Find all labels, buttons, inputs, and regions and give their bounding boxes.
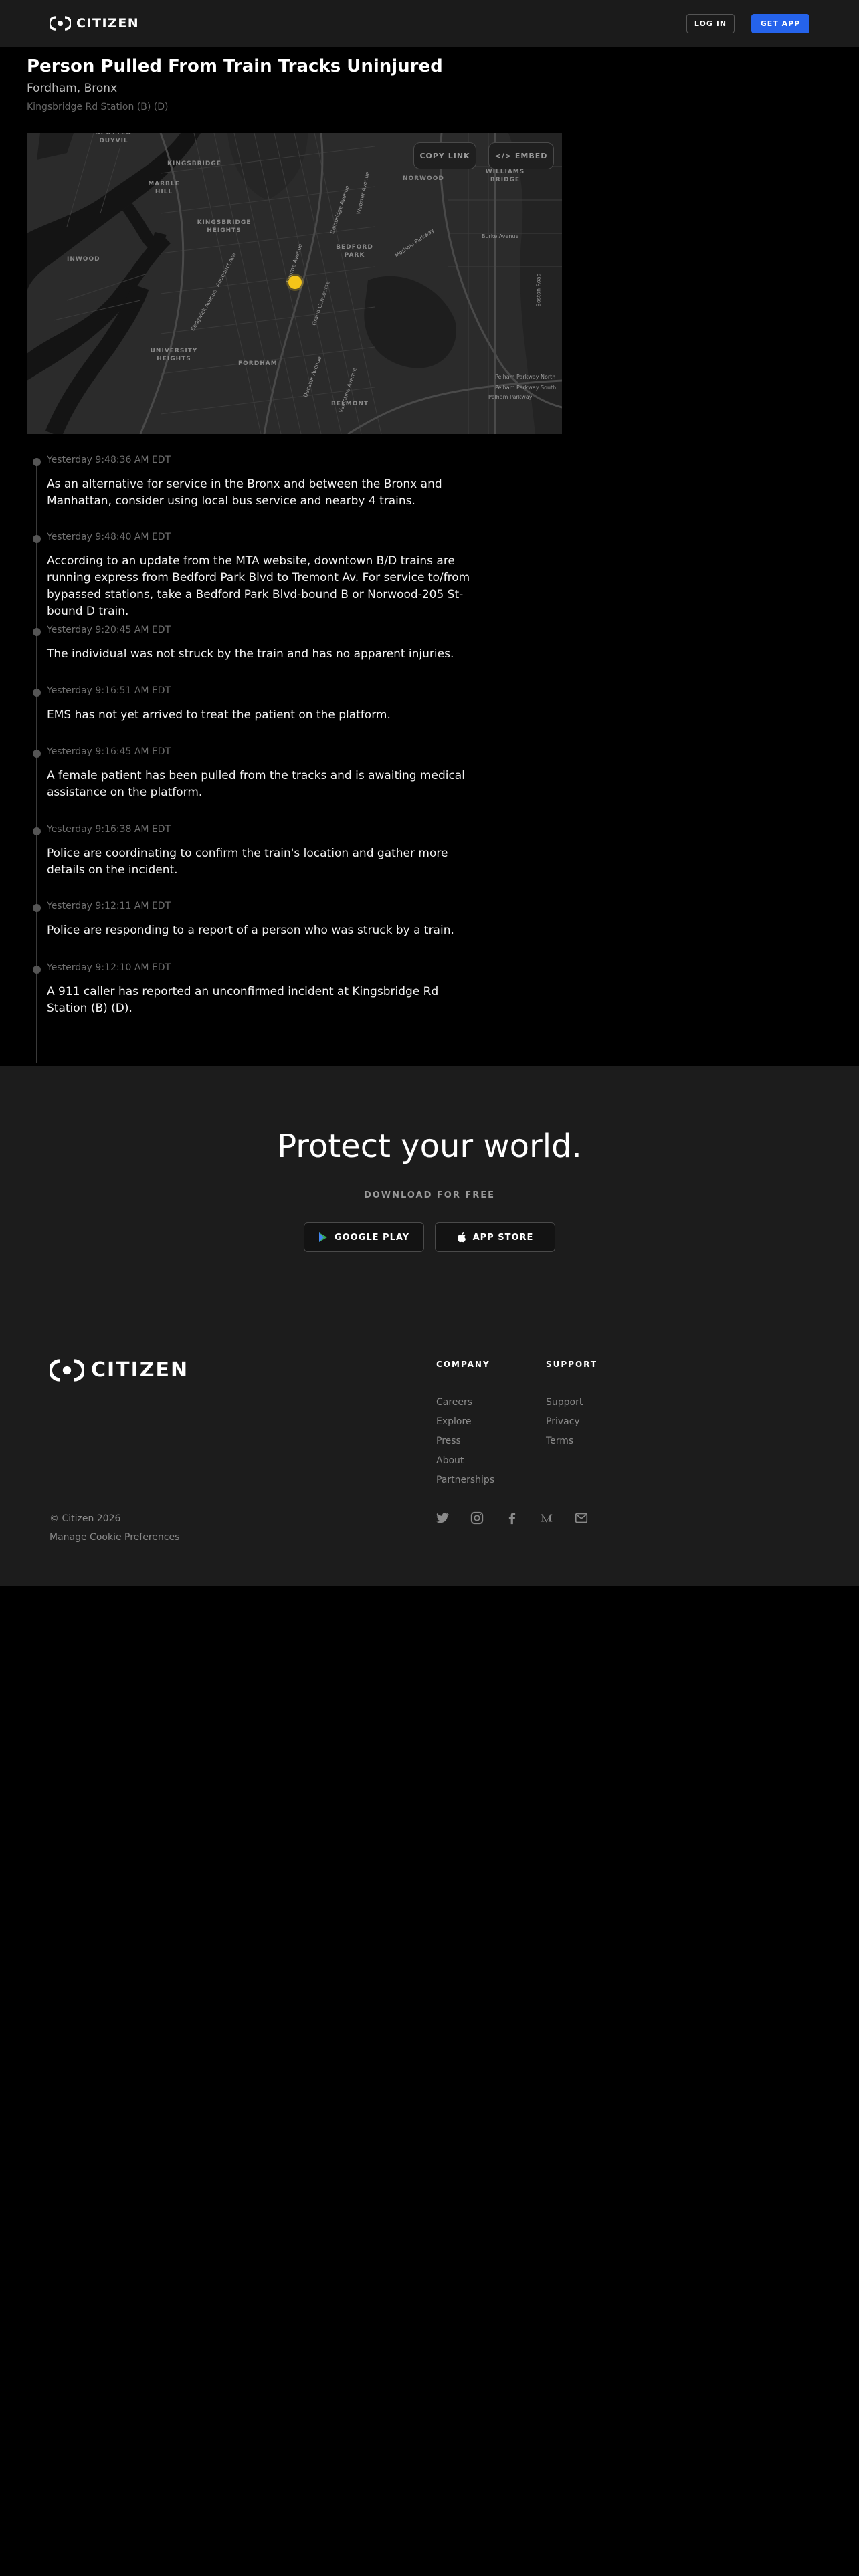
timeline-dot — [33, 535, 41, 543]
login-button[interactable]: LOG IN — [686, 14, 735, 33]
footer-link-careers[interactable]: Careers — [436, 1393, 494, 1412]
entry-text: EMS has not yet arrived to treat the pat… — [47, 708, 391, 722]
footer-link-terms[interactable]: Terms — [546, 1432, 597, 1451]
brand-name: CITIZEN — [76, 16, 140, 31]
promo-subtitle: DOWNLOAD FOR FREE — [363, 1190, 496, 1200]
entry-time: Yesterday 9:48:36 AM EDT — [47, 455, 171, 465]
footer-link-explore[interactable]: Explore — [436, 1412, 494, 1432]
incident-title: Person Pulled From Train Tracks Uninjure… — [27, 56, 443, 76]
map-area-label: FORDHAM — [238, 360, 278, 367]
entry-text: Police are coordinating to confirm the t… — [47, 847, 448, 877]
entry-time: Yesterday 9:48:40 AM EDT — [47, 532, 171, 542]
company-heading: COMPANY — [436, 1360, 490, 1369]
footer-link-press[interactable]: Press — [436, 1432, 494, 1451]
map-area-label: MARBLE HILL — [148, 181, 180, 195]
entry-text: The individual was not struck by the tra… — [47, 647, 454, 661]
footer-link-partnerships[interactable]: Partnerships — [436, 1471, 494, 1490]
timeline-dot — [33, 827, 41, 835]
citizen-logo[interactable]: CITIZEN — [50, 16, 139, 31]
twitter-icon[interactable] — [435, 1511, 450, 1525]
cookie-preferences-link[interactable]: Manage Cookie Preferences — [50, 1532, 179, 1543]
facebook-icon[interactable] — [504, 1511, 519, 1525]
map-area-label: BELMONT — [331, 401, 369, 407]
google-play-icon — [318, 1232, 327, 1242]
timeline-dot — [33, 458, 41, 466]
citizen-logo-icon — [50, 16, 71, 31]
map-area-label: BEDFORD PARK — [336, 244, 373, 259]
map-street-label: Burke Avenue — [482, 233, 519, 239]
map-area-label: KINGSBRIDGE HEIGHTS — [197, 219, 252, 234]
map-area-label: SPUYTEN DUYVIL — [96, 133, 132, 144]
incident-neighborhood: Fordham, Bronx — [27, 82, 118, 95]
incident-location: Kingsbridge Rd Station (B) (D) — [27, 102, 169, 112]
app-store-button[interactable]: APP STORE — [435, 1222, 555, 1252]
entry-time: Yesterday 9:16:38 AM EDT — [47, 824, 171, 835]
incident-map[interactable]: COPY LINK </> EMBED SPUYTEN DUYVIL KINGS… — [27, 133, 562, 434]
medium-icon[interactable] — [539, 1511, 554, 1525]
footer-link-about[interactable]: About — [436, 1451, 494, 1471]
entry-time: Yesterday 9:12:10 AM EDT — [47, 962, 171, 973]
footer-brand-name: CITIZEN — [91, 1358, 189, 1382]
promo-title: Protect your world. — [277, 1128, 582, 1165]
top-nav: CITIZEN LOG IN GET APP — [0, 0, 859, 47]
copyright: © Citizen 2026 — [50, 1513, 121, 1524]
map-area-label: UNIVERSITY HEIGHTS — [150, 348, 198, 362]
entry-text: A 911 caller has reported an unconfirmed… — [47, 985, 439, 1015]
map-area-label: WILLIAMS BRIDGE — [485, 169, 525, 183]
mail-icon[interactable] — [574, 1511, 589, 1525]
timeline-dot — [33, 689, 41, 697]
map-street-label: Pelham Parkway North — [495, 374, 556, 380]
social-links — [435, 1511, 589, 1525]
entry-time: Yesterday 9:16:51 AM EDT — [47, 685, 171, 696]
footer-link-support[interactable]: Support — [546, 1393, 597, 1412]
site-footer: CITIZEN COMPANY Careers Explore Press Ab… — [0, 1315, 859, 1586]
footer-link-privacy[interactable]: Privacy — [546, 1412, 597, 1432]
app-store-label: APP STORE — [472, 1232, 534, 1243]
map-area-label: NORWOOD — [403, 175, 444, 182]
embed-button[interactable]: </> EMBED — [488, 142, 554, 169]
map-street-label: Boston Road — [535, 273, 542, 307]
entry-time: Yesterday 9:20:45 AM EDT — [47, 625, 171, 635]
footer-logo[interactable]: CITIZEN — [50, 1358, 189, 1382]
copy-link-button[interactable]: COPY LINK — [413, 142, 476, 169]
download-promo: Protect your world. DOWNLOAD FOR FREE GO… — [0, 1066, 859, 1315]
page: CITIZEN LOG IN GET APP Person Pulled Fro… — [0, 0, 859, 2576]
support-heading: SUPPORT — [546, 1360, 598, 1369]
citizen-logo-icon — [50, 1358, 84, 1382]
get-app-button[interactable]: GET APP — [751, 14, 809, 33]
google-play-label: GOOGLE PLAY — [334, 1232, 410, 1243]
google-play-button[interactable]: GOOGLE PLAY — [304, 1222, 424, 1252]
entry-text: According to an update from the MTA webs… — [47, 554, 470, 618]
timeline-dot — [33, 966, 41, 974]
map-street-label: Pelham Parkway — [488, 394, 533, 400]
entry-text: A female patient has been pulled from th… — [47, 769, 465, 799]
entry-time: Yesterday 9:12:11 AM EDT — [47, 901, 171, 911]
timeline-dot — [33, 628, 41, 636]
entry-text: As an alternative for service in the Bro… — [47, 477, 442, 508]
entry-time: Yesterday 9:16:45 AM EDT — [47, 746, 171, 757]
timeline-dot — [33, 904, 41, 912]
apple-icon — [457, 1232, 466, 1243]
footer-company-column: COMPANY Careers Explore Press About Part… — [436, 1360, 494, 1490]
footer-support-column: SUPPORT Support Privacy Terms — [546, 1360, 597, 1451]
entry-text: Police are responding to a report of a p… — [47, 924, 454, 937]
instagram-icon[interactable] — [470, 1511, 484, 1525]
incident-pin[interactable] — [288, 276, 302, 289]
map-street-label: Pelham Parkway South — [495, 385, 557, 391]
timeline-dot — [33, 750, 41, 758]
map-area-label: INWOOD — [67, 256, 100, 263]
map-area-label: KINGSBRIDGE — [167, 160, 221, 167]
